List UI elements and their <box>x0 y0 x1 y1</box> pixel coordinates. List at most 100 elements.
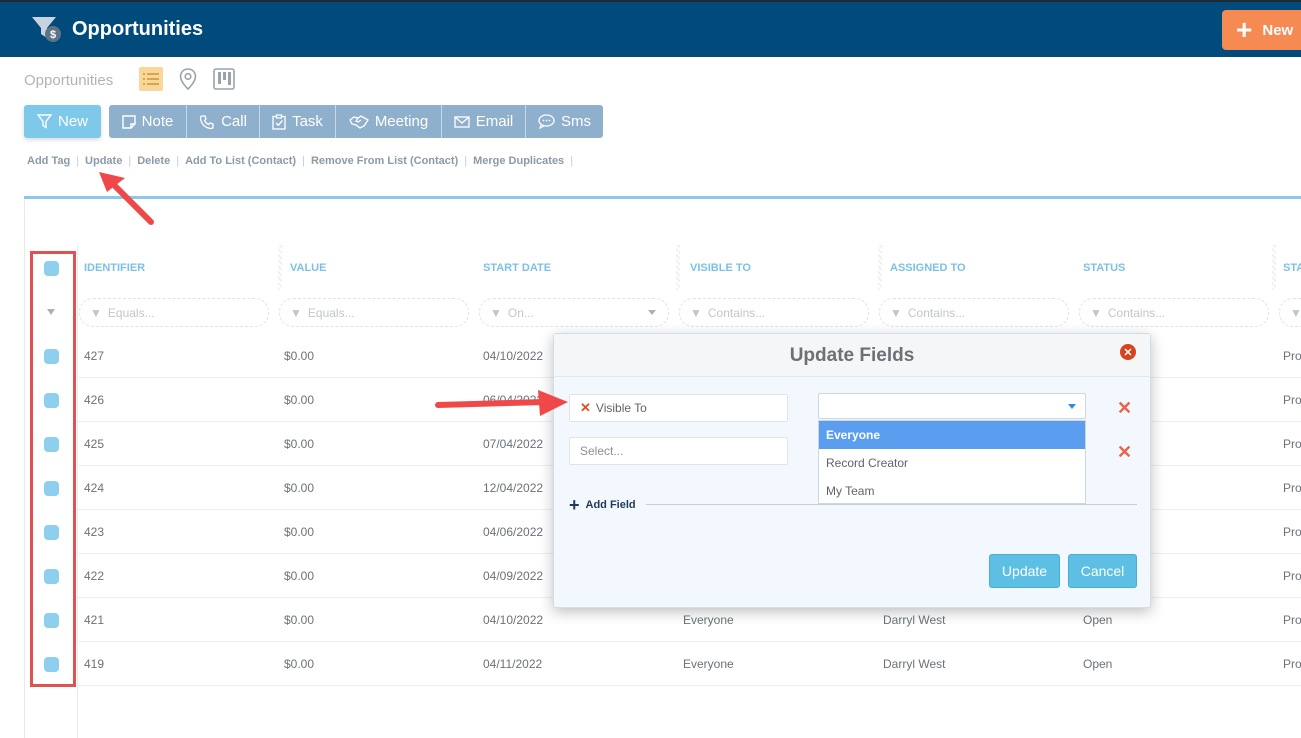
column-resize-handle[interactable] <box>1272 245 1276 290</box>
add-to-list-link[interactable]: Add To List (Contact) <box>185 155 296 167</box>
column-header-identifier[interactable]: IDENTIFIER <box>84 262 145 274</box>
cell-identifier: 426 <box>84 393 105 407</box>
cell-identifier: 422 <box>84 569 105 583</box>
add-tag-link[interactable]: Add Tag <box>27 155 70 167</box>
filter-icon: ▼ <box>90 305 102 320</box>
divider <box>24 196 1301 199</box>
cell-value: $0.00 <box>284 349 315 363</box>
note-label: Note <box>141 113 174 130</box>
annotation-arrow-icon <box>99 172 154 225</box>
cell-identifier: 427 <box>84 349 105 363</box>
task-label: Task <box>292 113 323 130</box>
task-button[interactable]: Task <box>260 105 336 138</box>
cell-status: Open <box>1083 613 1113 627</box>
cell-value: $0.00 <box>284 657 315 671</box>
meeting-button[interactable]: Meeting <box>336 105 442 138</box>
stage-filter-input[interactable]: ▼ <box>1279 298 1301 327</box>
cell-start-date: 12/04/2022 <box>483 481 544 495</box>
cell-value: $0.00 <box>284 613 315 627</box>
field-select-input[interactable]: Select... <box>569 437 788 465</box>
option-my-team[interactable]: My Team <box>819 477 1085 505</box>
identifier-filter-input[interactable]: ▼ Equals... <box>79 298 269 327</box>
remove-row-x-icon[interactable]: ✕ <box>1117 398 1132 419</box>
header-new-button[interactable]: + New <box>1222 10 1301 50</box>
value-filter-input[interactable]: ▼ Equals... <box>279 298 469 327</box>
column-header-assigned-to[interactable]: ASSIGNED TO <box>890 262 966 274</box>
remove-row-x-icon[interactable]: ✕ <box>1117 442 1132 463</box>
email-button[interactable]: Email <box>442 105 526 138</box>
cell-stage: Pro <box>1283 481 1301 495</box>
annotation-highlight-box <box>30 251 76 687</box>
cell-stage: Pro <box>1283 349 1301 363</box>
column-header-stage[interactable]: STA <box>1283 262 1301 274</box>
cell-value: $0.00 <box>284 437 315 451</box>
envelope-icon <box>454 115 470 128</box>
kanban-board-icon[interactable] <box>212 67 236 91</box>
list-view-icon[interactable] <box>139 67 163 91</box>
column-resize-handle[interactable] <box>878 245 882 290</box>
header-new-label: New <box>1262 21 1294 39</box>
cell-stage: Pro <box>1283 437 1301 451</box>
new-filter-label: New <box>57 113 88 130</box>
visible-to-filter-input[interactable]: ▼ Contains... <box>679 298 869 327</box>
cell-start-date: 04/06/2022 <box>483 525 544 539</box>
field-select-placeholder: Select... <box>580 444 624 458</box>
delete-link[interactable]: Delete <box>137 155 170 167</box>
cell-stage: Pro <box>1283 393 1301 407</box>
column-header-visible-to[interactable]: VISIBLE TO <box>690 262 751 274</box>
grid-border <box>24 199 25 738</box>
update-fields-dialog: Update Fields ✕ ✕ Visible To Select... E… <box>553 333 1151 608</box>
option-record-creator[interactable]: Record Creator <box>819 449 1085 477</box>
filter-icon: ▼ <box>690 305 702 320</box>
dropdown-options: Everyone Record Creator My Team <box>818 420 1086 504</box>
add-field-button[interactable]: + Add Field <box>569 496 636 514</box>
cell-identifier: 424 <box>84 481 105 495</box>
remove-from-list-link[interactable]: Remove From List (Contact) <box>311 155 458 167</box>
chevron-down-icon <box>648 310 656 315</box>
cell-value: $0.00 <box>284 525 315 539</box>
column-resize-handle[interactable] <box>676 245 680 290</box>
update-link[interactable]: Update <box>85 155 122 167</box>
field-chip-visible-to[interactable]: ✕ Visible To <box>569 394 788 422</box>
assigned-to-filter-input[interactable]: ▼ Contains... <box>879 298 1069 327</box>
plus-icon: + <box>1236 14 1253 45</box>
cell-stage: Pro <box>1283 569 1301 583</box>
merge-duplicates-link[interactable]: Merge Duplicates <box>473 155 564 167</box>
cell-assigned-to: Darryl West <box>883 613 946 627</box>
column-header-status[interactable]: STATUS <box>1083 262 1125 274</box>
start-date-filter-input[interactable]: ▼ On... <box>479 298 669 327</box>
note-button[interactable]: Note <box>109 105 187 138</box>
value-dropdown[interactable] <box>818 393 1086 419</box>
activity-button-group: Note Call Task Meeting Email Sms <box>109 105 603 138</box>
chat-bubble-icon <box>538 114 555 129</box>
cell-assigned-to: Darryl West <box>883 657 946 671</box>
filter-icon: ▼ <box>1090 305 1102 320</box>
funnel-dollar-icon: $ <box>30 14 66 44</box>
option-everyone[interactable]: Everyone <box>819 421 1085 449</box>
status-filter-input[interactable]: ▼ Contains... <box>1079 298 1269 327</box>
breadcrumb: Opportunities <box>24 72 114 89</box>
chevron-down-icon <box>1068 404 1076 409</box>
column-header-value[interactable]: VALUE <box>290 262 326 274</box>
map-pin-icon[interactable] <box>176 67 200 91</box>
cell-start-date: 04/09/2022 <box>483 569 544 583</box>
close-icon[interactable]: ✕ <box>1120 344 1136 360</box>
svg-text:$: $ <box>50 29 56 41</box>
new-filter-button[interactable]: New <box>24 105 101 138</box>
column-header-start-date[interactable]: START DATE <box>483 262 551 274</box>
cell-status: Open <box>1083 657 1113 671</box>
cancel-button[interactable]: Cancel <box>1068 554 1137 588</box>
bulk-action-links: Add Tag | Update | Delete | Add To List (Co… <box>27 155 574 167</box>
cell-value: $0.00 <box>284 393 315 407</box>
phone-icon <box>199 114 214 129</box>
cell-identifier: 421 <box>84 613 105 627</box>
cell-stage: Pro <box>1283 613 1301 627</box>
call-button[interactable]: Call <box>187 105 260 138</box>
sms-label: Sms <box>561 113 591 130</box>
column-resize-handle[interactable] <box>278 245 282 290</box>
filter-icon <box>36 114 52 129</box>
meeting-label: Meeting <box>374 113 429 130</box>
update-button[interactable]: Update <box>989 554 1060 588</box>
remove-x-icon[interactable]: ✕ <box>580 400 591 416</box>
sms-button[interactable]: Sms <box>526 105 603 138</box>
